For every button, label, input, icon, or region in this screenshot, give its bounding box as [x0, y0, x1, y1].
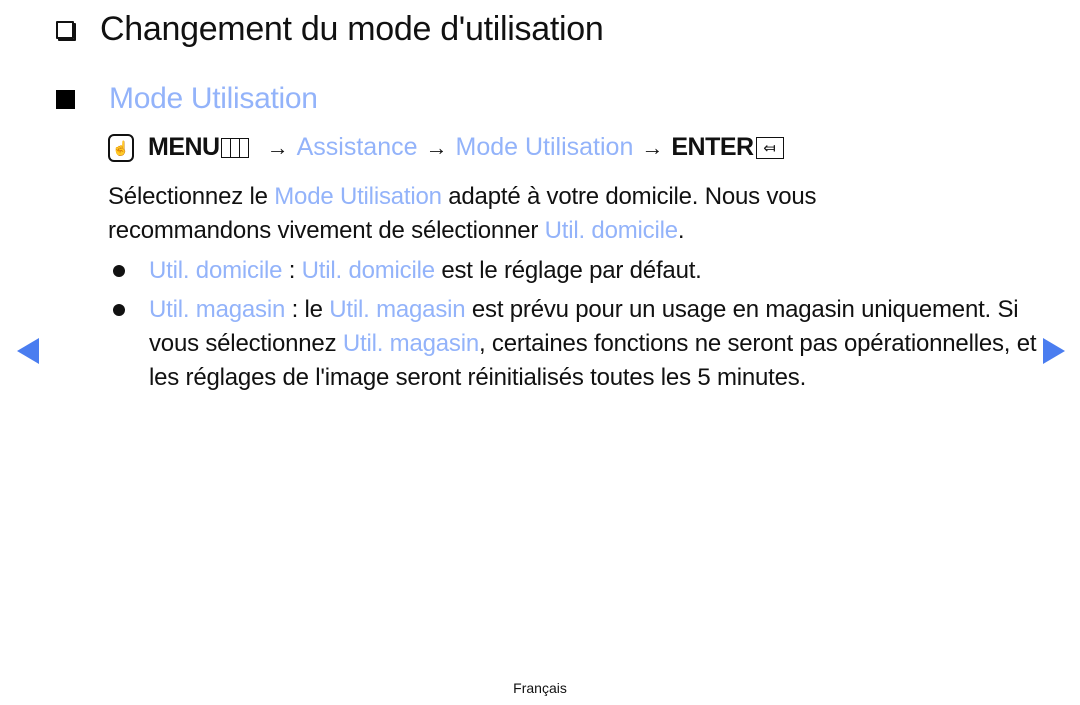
arrow-icon: → [266, 134, 289, 160]
section-title: Mode Utilisation [109, 82, 318, 115]
intro-paragraph: Sélectionnez le Mode Utilisation adapté … [108, 180, 968, 248]
menu-key: MENU [148, 133, 220, 161]
bullet-term: Util. magasin [342, 330, 479, 357]
footer-language: Français [513, 680, 567, 696]
bullet-text: : [282, 257, 302, 284]
intro-text: . [677, 217, 685, 244]
arrow-icon: → [641, 134, 664, 160]
remote-menu-hand-icon: ☝ [108, 133, 134, 162]
bullet-item-magasin: Util. magasin : le Util. magasin est pré… [108, 293, 1038, 395]
menu-path: ☝ MENU → Assistance → Mode Utilisation →… [108, 133, 784, 162]
checkbox-bullet-icon [56, 20, 74, 39]
bullet-dot-icon [113, 265, 125, 277]
bullet-term: Util. magasin [329, 296, 466, 323]
previous-page-arrow-icon[interactable] [17, 338, 39, 364]
intro-highlight-domicile: Util. domicile [544, 217, 678, 244]
menu-step-assistance[interactable]: Assistance [297, 133, 418, 162]
next-page-arrow-icon[interactable] [1043, 338, 1065, 364]
enter-key: ENTER [671, 133, 754, 161]
bullet-term: Util. domicile [149, 257, 283, 284]
arrow-icon: → [425, 134, 448, 160]
bullet-item-domicile: Util. domicile : Util. domicile est le r… [108, 254, 1038, 288]
bullet-text: : le [285, 296, 330, 323]
bullet-text: est le réglage par défaut. [434, 257, 702, 284]
page-title: Changement du mode d'utilisation [100, 10, 604, 48]
bullet-list: Util. domicile : Util. domicile est le r… [108, 254, 1038, 400]
intro-text: Sélectionnez le [108, 183, 275, 210]
page-title-row: Changement du mode d'utilisation [56, 10, 604, 49]
intro-highlight-mode: Mode Utilisation [274, 183, 442, 210]
bullet-dot-icon [113, 304, 125, 316]
bullet-term: Util. domicile [301, 257, 435, 284]
bullet-term: Util. magasin [149, 296, 286, 323]
menu-grid-icon [220, 137, 249, 158]
square-bullet-icon [56, 89, 75, 109]
menu-step-mode-utilisation[interactable]: Mode Utilisation [456, 133, 634, 162]
section-title-row: Mode Utilisation [56, 82, 318, 116]
enter-icon: ⤆ [755, 136, 784, 159]
